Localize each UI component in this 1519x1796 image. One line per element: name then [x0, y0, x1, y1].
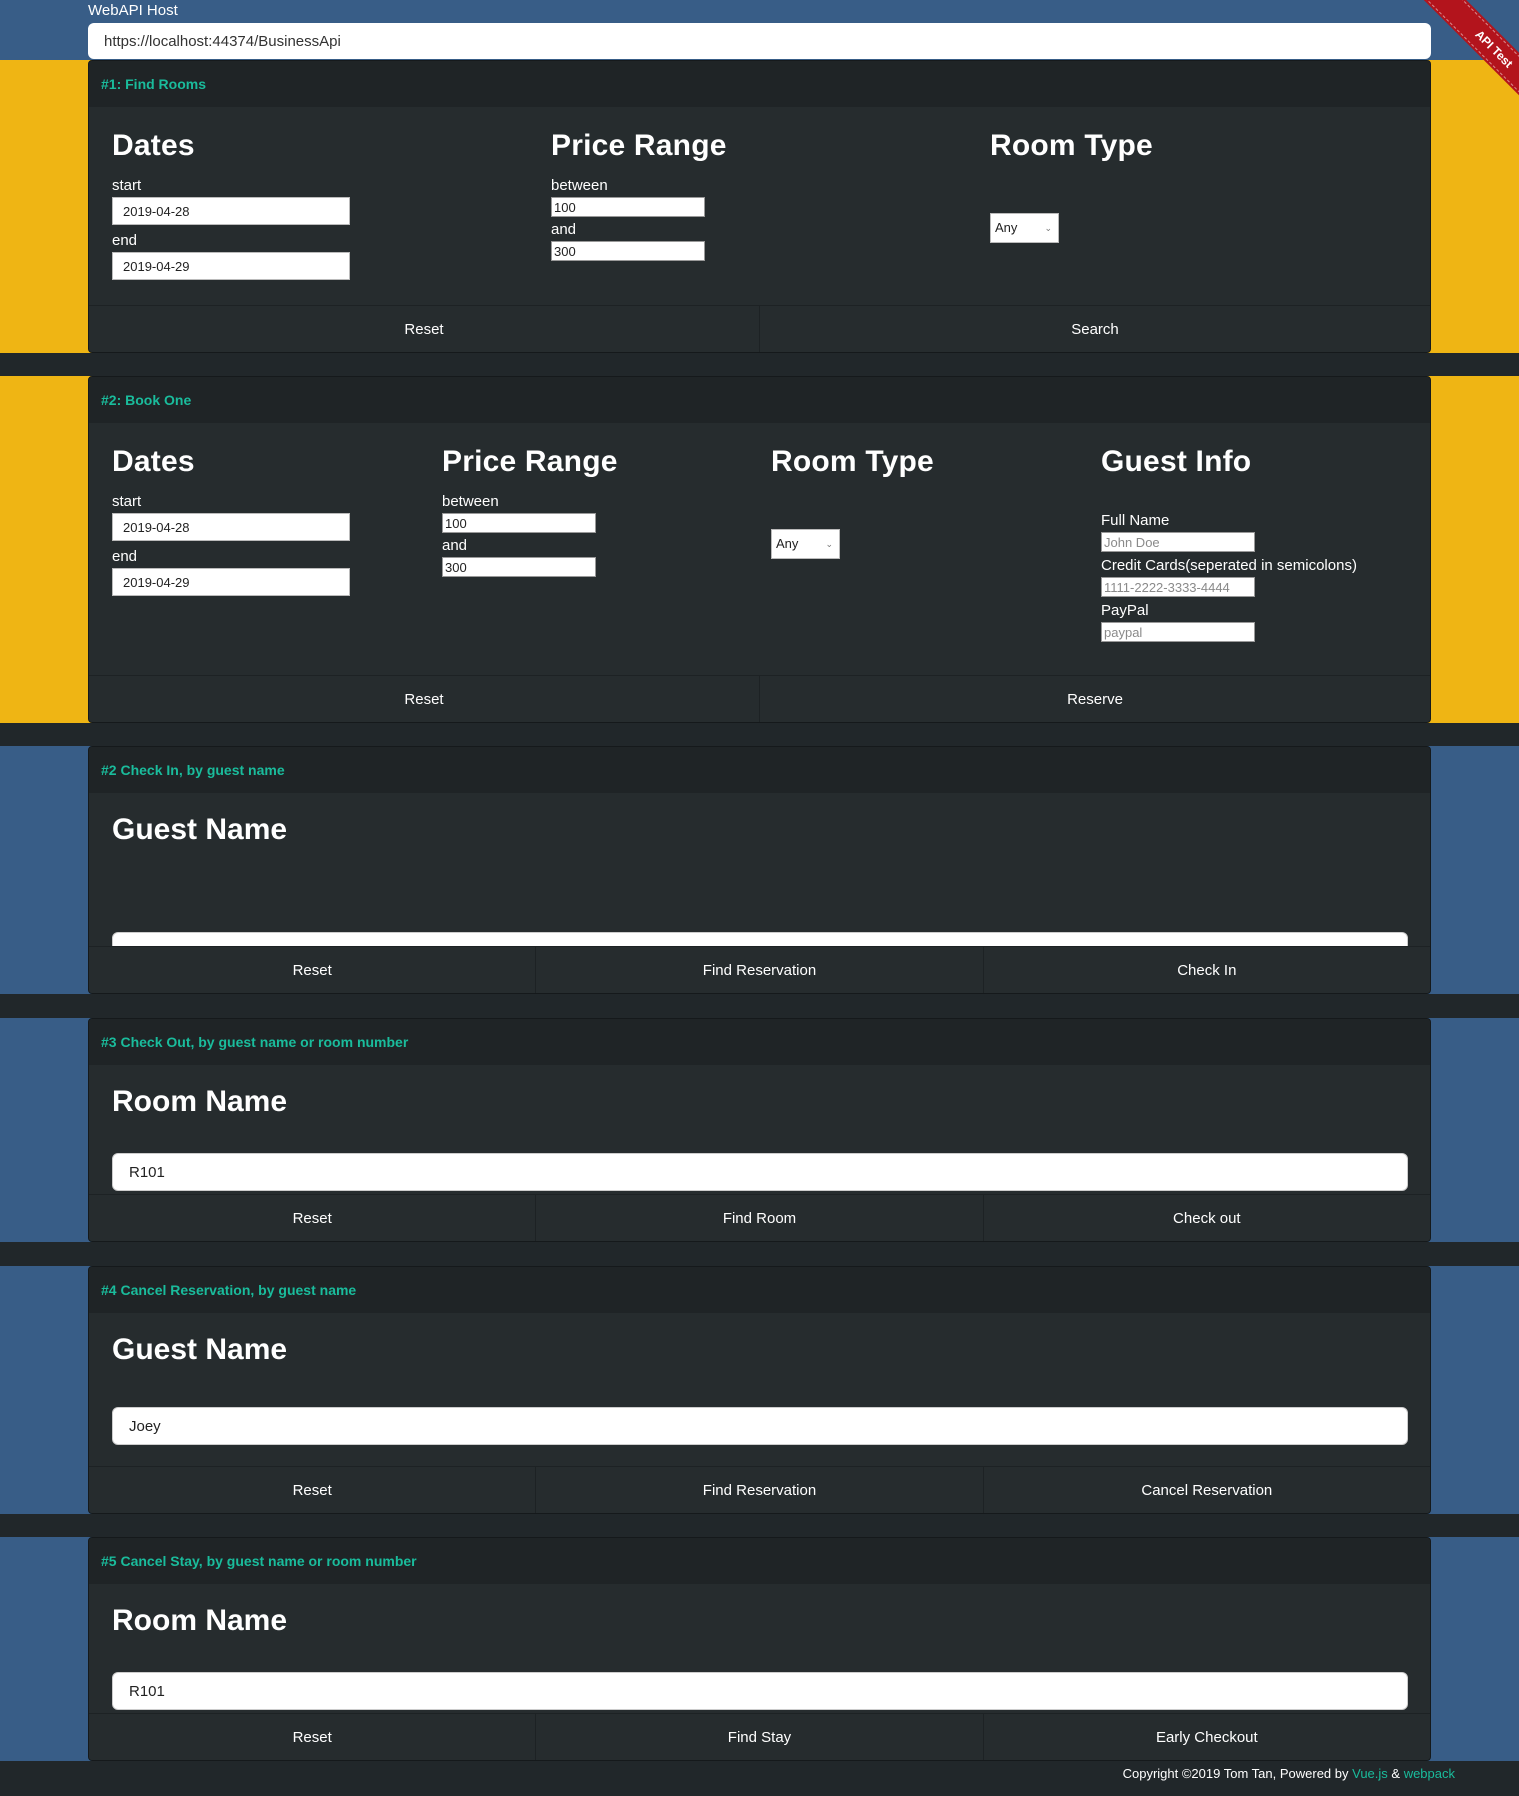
ribbon-label: API Test	[1424, 0, 1519, 119]
end-date-input[interactable]	[112, 252, 350, 280]
between-label: between	[442, 493, 499, 510]
search-button[interactable]: Search	[760, 306, 1430, 352]
card-title: #5 Cancel Stay, by guest name or room nu…	[89, 1538, 1430, 1584]
room-name-heading: Room Name	[112, 1085, 288, 1118]
reserve-button[interactable]: Reserve	[760, 676, 1430, 722]
find-room-button[interactable]: Find Room	[536, 1195, 984, 1241]
card-actions: Reset Find Room Check out	[89, 1194, 1430, 1241]
card-actions: Reset Find Reservation Check In	[89, 946, 1430, 993]
find-reservation-button[interactable]: Find Reservation	[536, 947, 984, 993]
card-title: #1: Find Rooms	[89, 61, 1430, 107]
webpack-link[interactable]: webpack	[1404, 1766, 1455, 1781]
card-cancel-reservation: #4 Cancel Reservation, by guest name Gue…	[88, 1266, 1431, 1514]
dates-heading: Dates	[112, 445, 195, 478]
early-checkout-button[interactable]: Early Checkout	[984, 1714, 1430, 1760]
reset-button[interactable]: Reset	[89, 1195, 537, 1241]
reset-button[interactable]: Reset	[89, 1714, 537, 1760]
copyright-amp: &	[1387, 1766, 1404, 1781]
card-title: #2: Book One	[89, 377, 1430, 423]
min-price-input[interactable]	[551, 197, 705, 217]
vue-link[interactable]: Vue.js	[1352, 1766, 1388, 1781]
dates-heading: Dates	[112, 129, 195, 162]
host-label: WebAPI Host	[88, 2, 178, 19]
copyright-footer: Copyright ©2019 Tom Tan, Powered by Vue.…	[1123, 1766, 1455, 1781]
price-range-heading: Price Range	[551, 129, 727, 162]
min-price-input[interactable]	[442, 513, 596, 533]
find-reservation-button[interactable]: Find Reservation	[536, 1467, 984, 1513]
card-actions: Reset Search	[89, 305, 1430, 352]
card-check-out: #3 Check Out, by guest name or room numb…	[88, 1018, 1431, 1242]
room-type-select[interactable]: Any ⌄	[990, 213, 1059, 243]
max-price-input[interactable]	[442, 557, 596, 577]
card-title: #2 Check In, by guest name	[89, 747, 1430, 793]
dates-group: Dates start end	[112, 129, 350, 287]
start-date-input[interactable]	[112, 197, 350, 225]
card-check-in: #2 Check In, by guest name Guest Name Re…	[88, 746, 1431, 994]
check-in-button[interactable]: Check In	[984, 947, 1430, 993]
guest-name-heading: Guest Name	[112, 1333, 288, 1366]
price-range-heading: Price Range	[442, 445, 618, 478]
between-label: between	[551, 177, 608, 194]
start-label: start	[112, 493, 142, 510]
room-type-heading: Room Type	[990, 129, 1153, 162]
card-cancel-stay: #5 Cancel Stay, by guest name or room nu…	[88, 1537, 1431, 1761]
credit-cards-label: Credit Cards(seperated in semicolons)	[1101, 557, 1357, 574]
room-type-select[interactable]: Any ⌄	[771, 529, 840, 559]
price-range-group: Price Range between and	[442, 445, 618, 581]
and-label: and	[551, 221, 577, 238]
and-label: and	[442, 537, 468, 554]
room-name-input[interactable]	[112, 1153, 1408, 1191]
guest-info-group: Guest Info Full Name Credit Cards(sepera…	[1101, 445, 1357, 647]
room-type-heading: Room Type	[771, 445, 934, 478]
find-stay-button[interactable]: Find Stay	[536, 1714, 984, 1760]
copyright-text: Copyright ©2019 Tom Tan, Powered by	[1122, 1766, 1353, 1781]
room-name-input[interactable]	[112, 1672, 1408, 1710]
reset-button[interactable]: Reset	[89, 947, 537, 993]
card-actions: Reset Reserve	[89, 675, 1430, 722]
guest-info-heading: Guest Info	[1101, 445, 1252, 478]
dates-group: Dates start end	[112, 445, 350, 603]
card-title: #3 Check Out, by guest name or room numb…	[89, 1019, 1430, 1065]
max-price-input[interactable]	[551, 241, 705, 261]
cancel-reservation-button[interactable]: Cancel Reservation	[984, 1467, 1430, 1513]
guest-name-input[interactable]	[112, 1407, 1408, 1445]
reset-button[interactable]: Reset	[89, 1467, 537, 1513]
card-actions: Reset Find Reservation Cancel Reservatio…	[89, 1466, 1430, 1513]
card-book-one: #2: Book One Dates start end Price Range…	[88, 376, 1431, 723]
guest-name-heading: Guest Name	[112, 813, 288, 846]
chevron-down-icon: ⌄	[1044, 223, 1052, 233]
room-type-group: Room Type Any ⌄	[990, 129, 1153, 243]
card-title: #4 Cancel Reservation, by guest name	[89, 1267, 1430, 1313]
full-name-label: Full Name	[1101, 512, 1170, 529]
end-label: end	[112, 232, 138, 249]
reset-button[interactable]: Reset	[89, 306, 760, 352]
api-test-ribbon: API Test	[1399, 0, 1519, 120]
price-range-group: Price Range between and	[551, 129, 727, 265]
card-actions: Reset Find Stay Early Checkout	[89, 1713, 1430, 1760]
room-type-value: Any	[995, 220, 1018, 235]
host-url-input[interactable]	[88, 23, 1431, 59]
credit-cards-input[interactable]	[1101, 577, 1255, 597]
chevron-down-icon: ⌄	[825, 539, 833, 549]
card-find-rooms: #1: Find Rooms Dates start end Price Ran…	[88, 60, 1431, 353]
paypal-input[interactable]	[1101, 622, 1255, 642]
paypal-label: PayPal	[1101, 602, 1149, 619]
end-label: end	[112, 548, 138, 565]
room-name-heading: Room Name	[112, 1604, 288, 1637]
room-type-value: Any	[776, 536, 799, 551]
end-date-input[interactable]	[112, 568, 350, 596]
reset-button[interactable]: Reset	[89, 676, 760, 722]
start-label: start	[112, 177, 142, 194]
check-out-button[interactable]: Check out	[984, 1195, 1430, 1241]
room-type-group: Room Type Any ⌄	[771, 445, 934, 559]
start-date-input[interactable]	[112, 513, 350, 541]
full-name-input[interactable]	[1101, 532, 1255, 552]
